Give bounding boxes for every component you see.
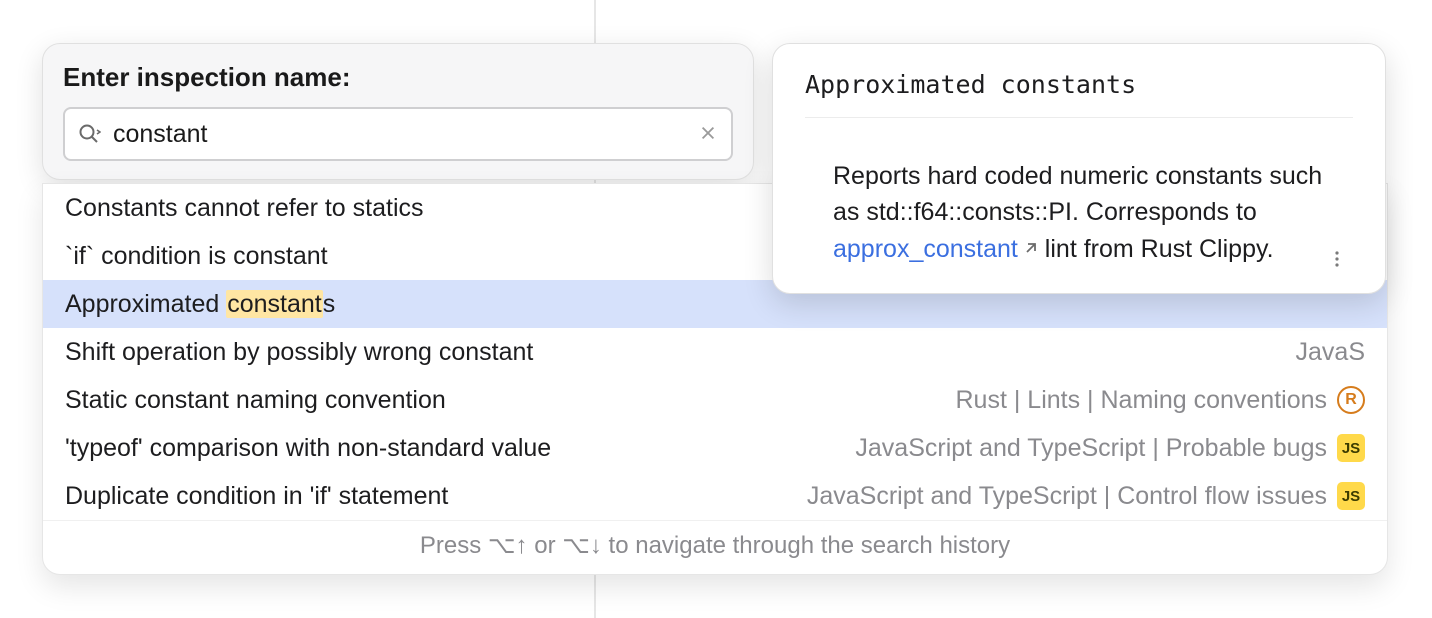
- result-category: JavaScript and TypeScript | Probable bug…: [855, 434, 1365, 463]
- history-hint: Press ⌥↑ or ⌥↓ to navigate through the s…: [43, 520, 1387, 574]
- result-category: JavaScript and TypeScript | Control flow…: [807, 482, 1365, 511]
- clear-icon[interactable]: [699, 124, 719, 144]
- result-row[interactable]: 'typeof' comparison with non-standard va…: [43, 424, 1387, 472]
- inspection-search-popup: Enter inspection name:: [42, 43, 754, 180]
- doc-text-after: lint from Rust Clippy.: [1038, 235, 1274, 263]
- doc-text-before: Reports hard coded numeric constants suc…: [833, 162, 1322, 226]
- result-category: Rust | Lints | Naming conventionsR: [956, 386, 1366, 415]
- doc-body: Reports hard coded numeric constants suc…: [805, 118, 1353, 267]
- result-label: Shift operation by possibly wrong consta…: [65, 338, 533, 367]
- result-label: Duplicate condition in 'if' statement: [65, 482, 448, 511]
- result-row[interactable]: Duplicate condition in 'if' statement Jav…: [43, 472, 1387, 520]
- result-row[interactable]: Static constant naming convention Rust | …: [43, 376, 1387, 424]
- documentation-popup: Approximated constants Reports hard code…: [772, 43, 1386, 294]
- search-icon: [77, 121, 103, 147]
- result-row[interactable]: Shift operation by possibly wrong consta…: [43, 328, 1387, 376]
- doc-title: Approximated constants: [805, 70, 1353, 118]
- result-label: Static constant naming convention: [65, 386, 446, 415]
- search-field[interactable]: [63, 107, 733, 161]
- result-label: `if` condition is constant: [65, 242, 328, 271]
- result-label: Constants cannot refer to statics: [65, 194, 424, 223]
- result-label: 'typeof' comparison with non-standard va…: [65, 434, 551, 463]
- js-icon: JS: [1337, 482, 1365, 510]
- result-label: Approximated constants: [65, 290, 335, 319]
- rust-icon: R: [1337, 386, 1365, 414]
- search-input[interactable]: [103, 120, 699, 149]
- result-category: JavaS: [1296, 338, 1365, 367]
- popup-title: Enter inspection name:: [63, 62, 733, 93]
- external-link-icon: [1022, 241, 1038, 257]
- doc-link[interactable]: approx_constant: [833, 235, 1018, 263]
- js-icon: JS: [1337, 434, 1365, 462]
- more-icon[interactable]: [1327, 249, 1347, 269]
